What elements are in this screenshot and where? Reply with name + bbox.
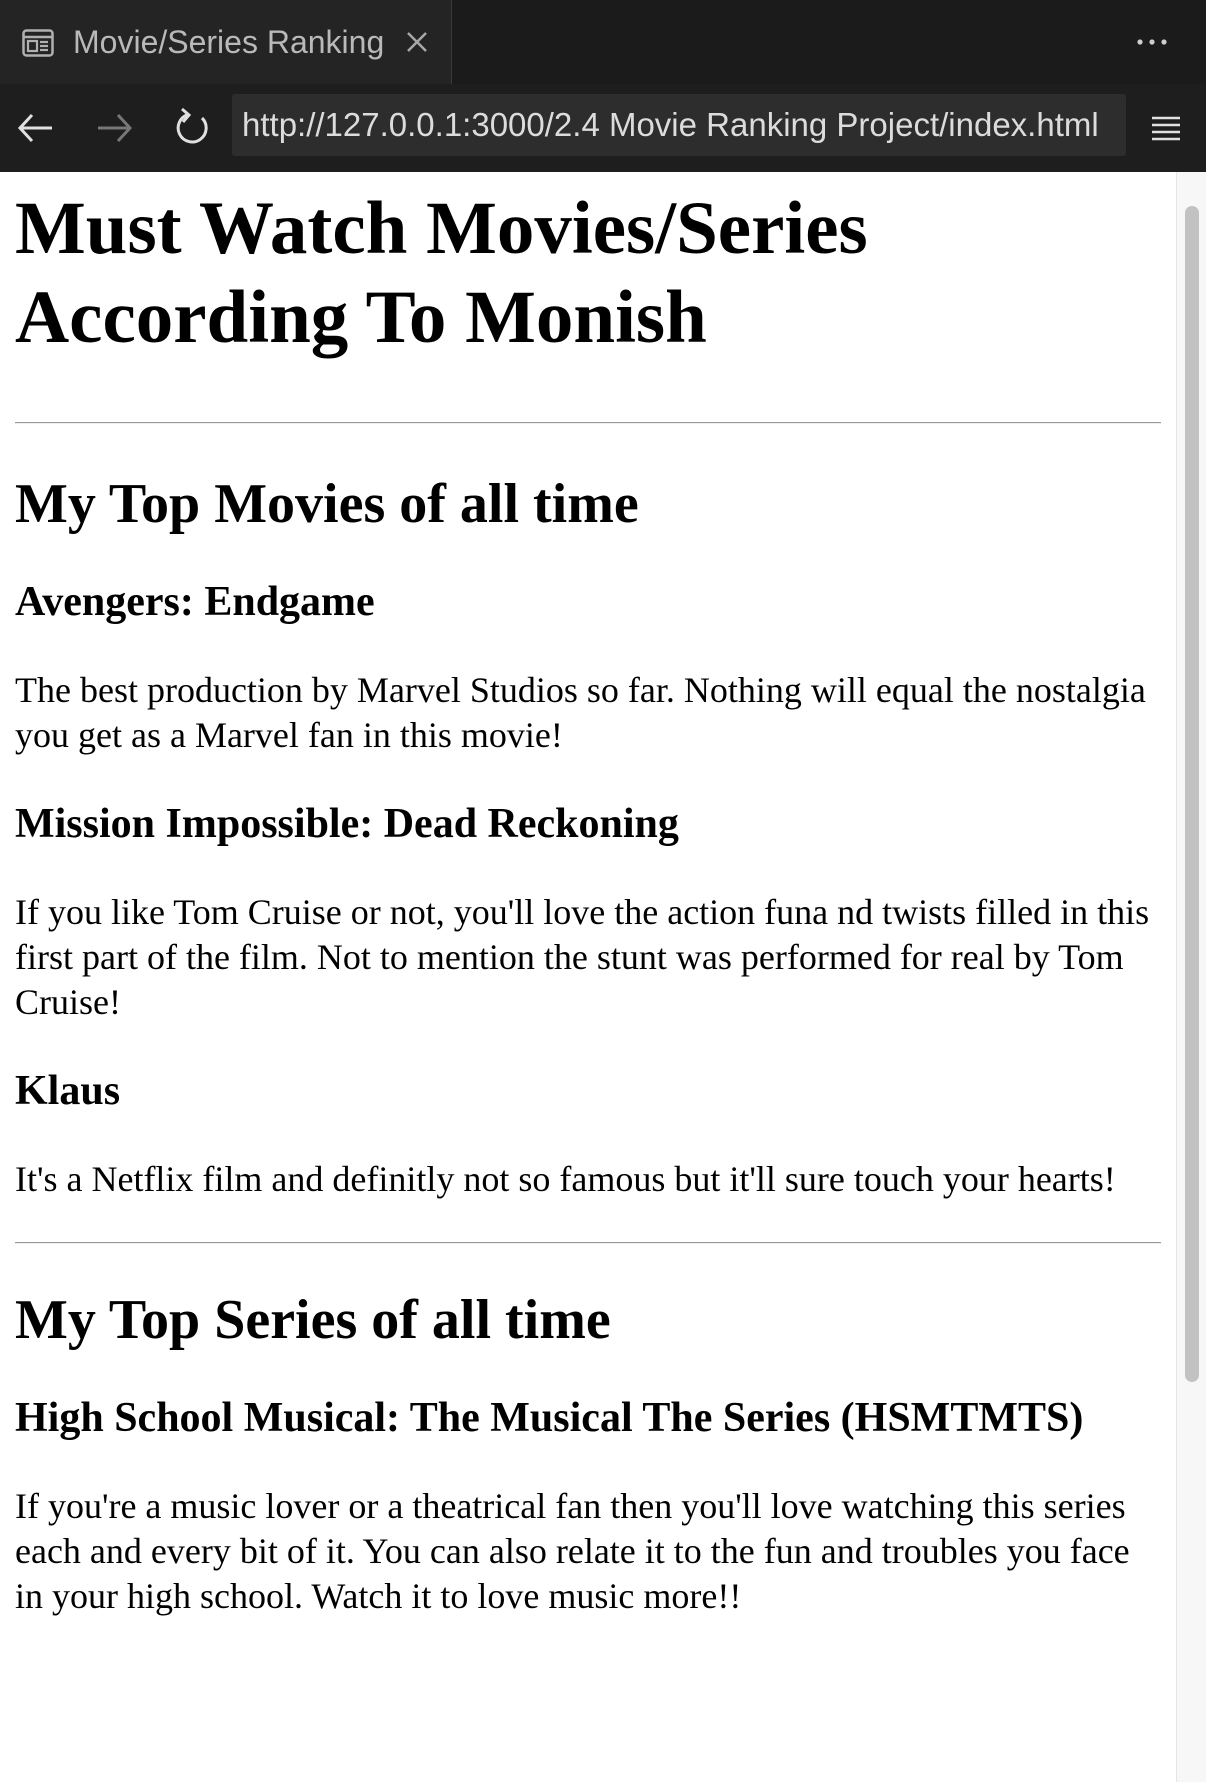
- tab-title: Movie/Series Ranking: [73, 24, 385, 60]
- series-heading: My Top Series of all time: [15, 1289, 611, 1351]
- vertical-scrollbar[interactable]: [1176, 172, 1206, 1782]
- scrollbar-thumb[interactable]: [1185, 206, 1199, 1382]
- address-bar[interactable]: http://127.0.0.1:3000/2.4 Movie Ranking …: [232, 94, 1126, 156]
- movie-title: Mission Impossible: Dead Reckoning: [15, 801, 679, 847]
- reload-icon[interactable]: [168, 104, 216, 152]
- navigation-bar: http://127.0.0.1:3000/2.4 Movie Ranking …: [0, 84, 1206, 172]
- movie-description: It's a Netflix film and definitly not so…: [15, 1159, 1116, 1199]
- url-text[interactable]: http://127.0.0.1:3000/2.4 Movie Ranking …: [242, 105, 1099, 145]
- series-description: If you're a music lover or a theatrical …: [15, 1486, 1130, 1616]
- movies-heading: My Top Movies of all time: [15, 473, 639, 535]
- movie-description: The best production by Marvel Studios so…: [15, 670, 1146, 755]
- forward-arrow-icon[interactable]: [90, 104, 138, 152]
- movies-section: My Top Movies of all time Avengers: Endg…: [15, 472, 1161, 1202]
- series-section: My Top Series of all time High School Mu…: [15, 1288, 1161, 1619]
- menu-icon[interactable]: [1150, 114, 1182, 142]
- page-content: Must Watch Movies/Series According To Mo…: [0, 184, 1176, 1619]
- close-icon[interactable]: [404, 29, 430, 55]
- page-icon: [22, 29, 54, 57]
- page-title: Must Watch Movies/Series According To Mo…: [15, 187, 868, 359]
- divider: [15, 1242, 1161, 1244]
- more-icon[interactable]: [1132, 30, 1172, 54]
- movie-title: Avengers: Endgame: [15, 579, 375, 625]
- movie-title: Klaus: [15, 1068, 121, 1114]
- back-arrow-icon[interactable]: [12, 104, 60, 152]
- movie-description: If you like Tom Cruise or not, you'll lo…: [15, 892, 1150, 1022]
- browser-tab[interactable]: Movie/Series Ranking: [0, 0, 452, 84]
- divider: [15, 422, 1161, 424]
- tab-strip: Movie/Series Ranking: [0, 0, 1206, 84]
- page-viewport: Must Watch Movies/Series According To Mo…: [0, 172, 1176, 1782]
- series-title: High School Musical: The Musical The Ser…: [15, 1395, 1084, 1441]
- browser-chrome: Movie/Series Ranking http://127.0.0.1:30…: [0, 0, 1206, 172]
